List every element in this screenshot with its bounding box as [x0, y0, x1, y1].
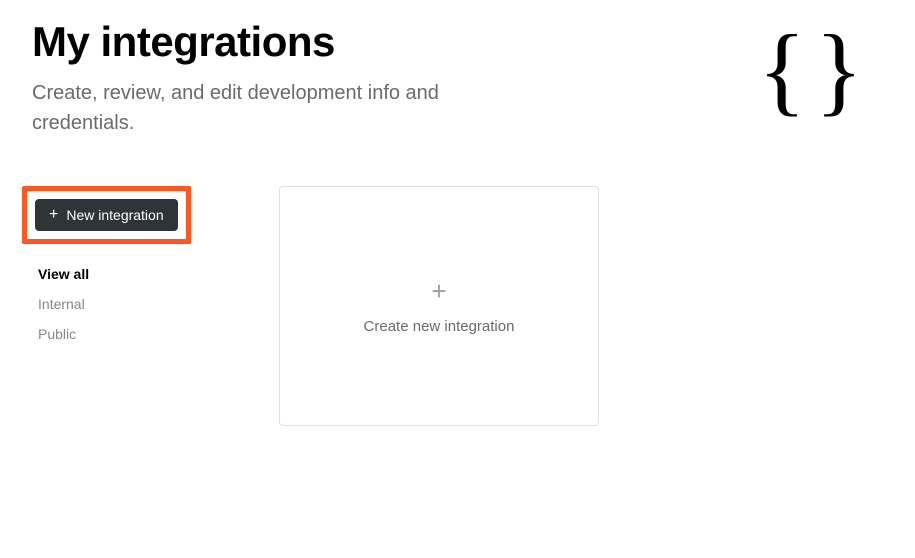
new-integration-label: New integration: [66, 207, 163, 223]
page-subtitle: Create, review, and edit development inf…: [32, 78, 532, 138]
page-title: My integrations: [32, 18, 883, 66]
plus-icon: +: [431, 278, 446, 304]
page-header: My integrations Create, review, and edit…: [0, 0, 915, 138]
braces-icon: { }: [758, 20, 855, 120]
create-card-label: Create new integration: [364, 318, 515, 335]
highlight-annotation: + New integration: [22, 186, 191, 244]
main-area: + Create new integration: [279, 186, 893, 426]
new-integration-button[interactable]: + New integration: [35, 199, 178, 231]
filter-view-all[interactable]: View all: [38, 266, 237, 282]
filter-list: View all Internal Public: [22, 266, 237, 342]
sidebar: + New integration View all Internal Publ…: [22, 186, 237, 426]
content-area: + New integration View all Internal Publ…: [0, 138, 915, 426]
filter-public[interactable]: Public: [38, 326, 237, 342]
filter-internal[interactable]: Internal: [38, 296, 237, 312]
create-integration-card[interactable]: + Create new integration: [279, 186, 599, 426]
plus-icon: +: [49, 207, 58, 223]
